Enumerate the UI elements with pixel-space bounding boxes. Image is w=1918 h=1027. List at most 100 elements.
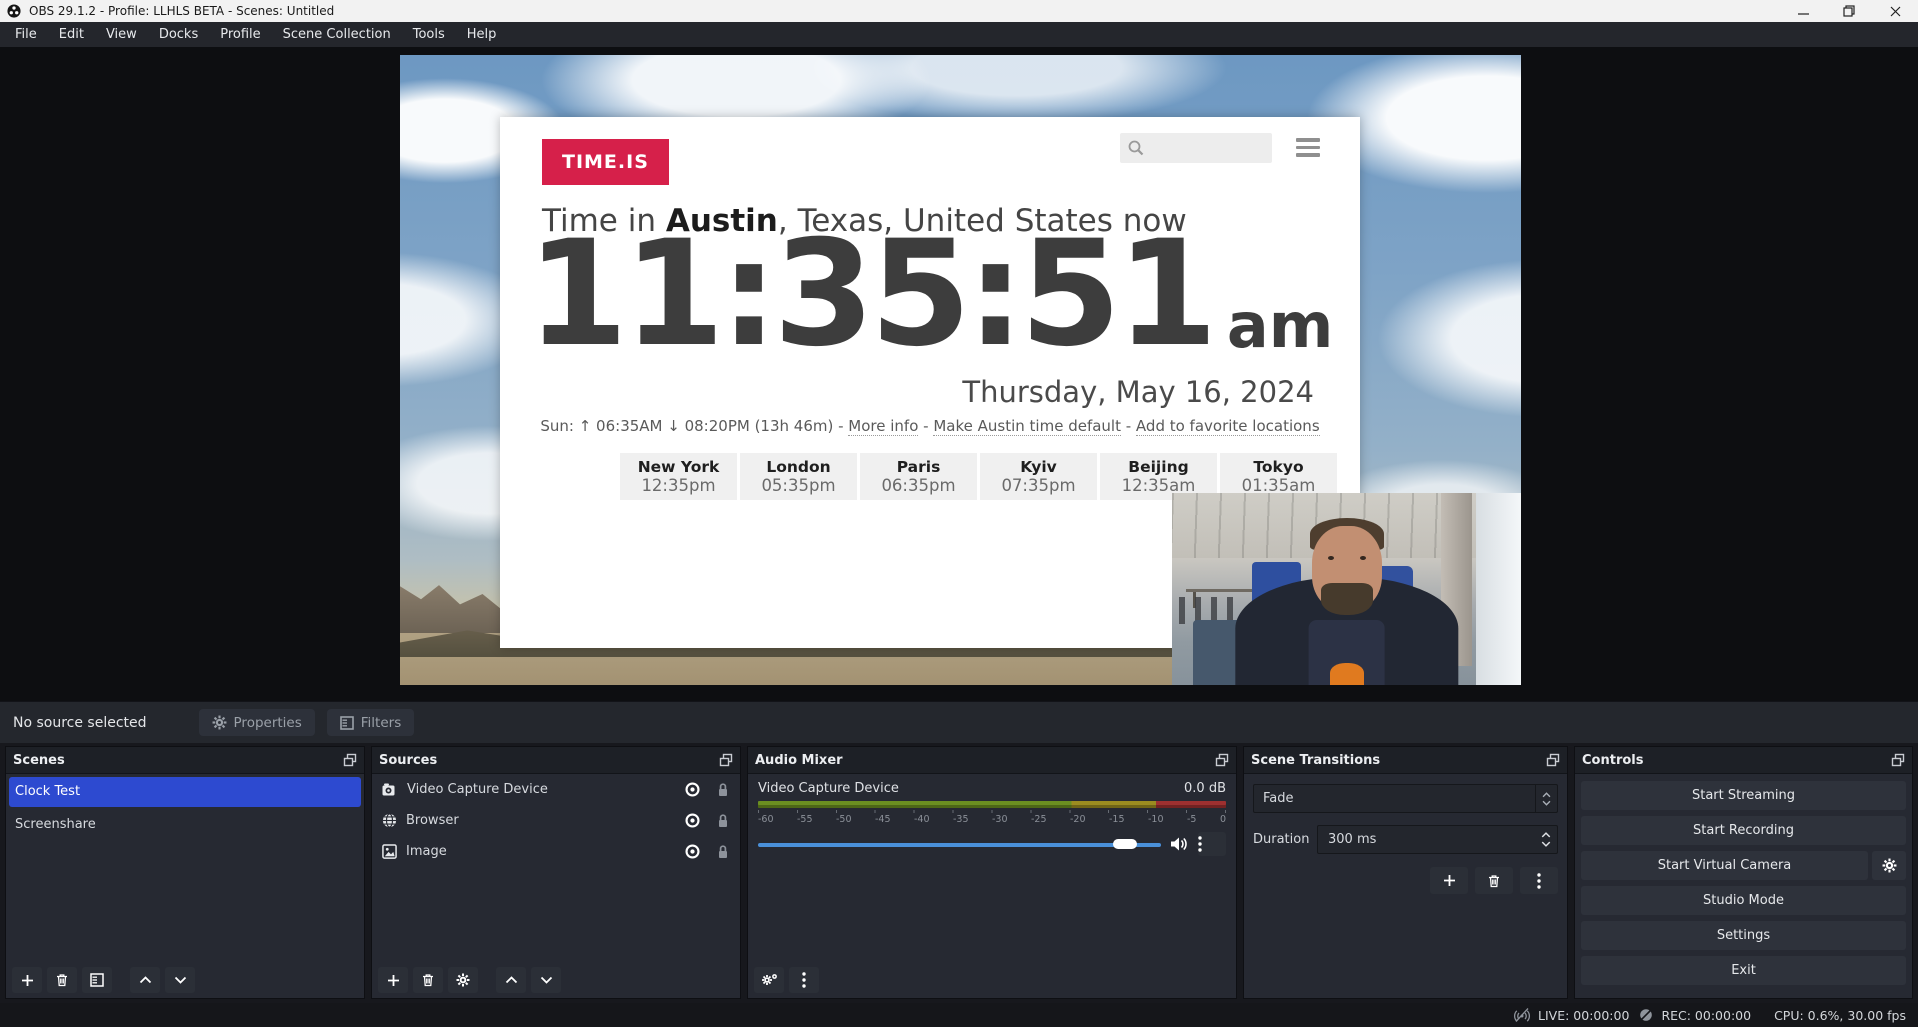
webcam-table [1186, 589, 1252, 592]
gear-icon [1882, 858, 1897, 873]
move-scene-up-button[interactable] [130, 967, 160, 993]
scenes-title: Scenes [13, 753, 65, 768]
remove-source-button[interactable] [413, 967, 443, 993]
settings-button[interactable]: Settings [1581, 921, 1906, 950]
city-box-kyiv[interactable]: Kyiv07:35pm [980, 453, 1097, 500]
program-canvas[interactable]: TIME.IS Time in Austin, Texas, United St… [400, 55, 1521, 685]
move-source-up-button[interactable] [496, 967, 526, 993]
timeis-date: Thursday, May 16, 2024 [962, 375, 1314, 409]
scene-transitions-title: Scene Transitions [1251, 753, 1380, 768]
chevron-down-icon [174, 976, 187, 984]
remove-transition-button[interactable] [1475, 867, 1513, 894]
webcam-person-eye-left [1328, 556, 1334, 560]
timeis-logo[interactable]: TIME.IS [542, 139, 669, 185]
live-timer: LIVE: 00:00:00 [1538, 1008, 1629, 1023]
add-scene-button[interactable] [12, 967, 42, 993]
lock-icon[interactable] [716, 813, 730, 829]
minimize-button[interactable] [1780, 0, 1826, 22]
source-properties-button[interactable] [448, 967, 478, 993]
sources-title: Sources [379, 753, 437, 768]
popout-icon[interactable] [1546, 753, 1560, 767]
close-icon [1890, 6, 1901, 17]
source-row-browser[interactable]: Browser [372, 805, 740, 836]
restore-icon [1843, 5, 1855, 17]
mixer-channel-label: Video Capture Device [758, 781, 899, 796]
remove-scene-button[interactable] [47, 967, 77, 993]
scene-filters-button[interactable] [82, 967, 112, 993]
make-default-link[interactable]: Make Austin time default [933, 417, 1121, 436]
exit-button[interactable]: Exit [1581, 956, 1906, 985]
close-button[interactable] [1872, 0, 1918, 22]
menu-profile[interactable]: Profile [209, 22, 271, 47]
chevron-down-icon [1542, 800, 1551, 806]
menu-edit[interactable]: Edit [48, 22, 95, 47]
volume-slider[interactable] [758, 838, 1161, 850]
dock-row: Scenes Clock Test Screenshare Sources [0, 743, 1918, 1003]
advanced-audio-button[interactable] [754, 967, 784, 993]
source-toolbar: No source selected Properties Filters [0, 701, 1918, 743]
stream-inactive-icon [1513, 1007, 1531, 1023]
gear-icon [456, 973, 470, 987]
menu-docks[interactable]: Docks [148, 22, 209, 47]
gear-icon [212, 715, 227, 730]
webcam-overlay[interactable] [1172, 493, 1521, 685]
source-row-video-capture[interactable]: Video Capture Device [372, 774, 740, 805]
transition-select[interactable]: Fade [1253, 784, 1558, 813]
mixer-channel-menu-button[interactable] [1198, 832, 1226, 856]
lock-icon[interactable] [716, 782, 730, 798]
image-icon [382, 844, 397, 859]
search-input[interactable] [1120, 133, 1272, 163]
lock-icon[interactable] [716, 844, 730, 860]
menu-file[interactable]: File [4, 22, 48, 47]
hamburger-menu-icon[interactable] [1296, 138, 1320, 157]
spinner-arrows[interactable] [1535, 826, 1557, 853]
chevron-up-icon [139, 976, 152, 984]
mixer-level-db: 0.0 dB [1184, 781, 1226, 796]
popout-icon[interactable] [1891, 753, 1905, 767]
volume-slider-handle[interactable] [1113, 839, 1137, 849]
transition-menu-button[interactable] [1520, 867, 1558, 894]
menu-tools[interactable]: Tools [402, 22, 456, 47]
city-box-london[interactable]: London05:35pm [740, 453, 857, 500]
obs-logo-icon [7, 4, 21, 18]
add-transition-button[interactable] [1430, 867, 1468, 894]
move-scene-down-button[interactable] [165, 967, 195, 993]
duration-value: 300 ms [1318, 826, 1535, 853]
studio-mode-button[interactable]: Studio Mode [1581, 886, 1906, 915]
start-recording-button[interactable]: Start Recording [1581, 816, 1906, 845]
scene-item-clock-test[interactable]: Clock Test [9, 777, 361, 807]
speaker-icon[interactable] [1170, 836, 1189, 852]
search-icon [1127, 139, 1145, 157]
preview-area[interactable]: TIME.IS Time in Austin, Texas, United St… [0, 47, 1918, 701]
popout-icon[interactable] [343, 753, 357, 767]
more-info-link[interactable]: More info [848, 417, 918, 436]
city-box-paris[interactable]: Paris06:35pm [860, 453, 977, 500]
add-favorite-link[interactable]: Add to favorite locations [1136, 417, 1320, 436]
popout-icon[interactable] [1215, 753, 1229, 767]
scene-item-screenshare[interactable]: Screenshare [6, 810, 364, 840]
visibility-eye-icon[interactable] [684, 781, 701, 798]
combo-arrows[interactable] [1535, 785, 1557, 812]
trash-icon [55, 973, 69, 987]
restore-button[interactable] [1826, 0, 1872, 22]
visibility-eye-icon[interactable] [684, 812, 701, 829]
menu-scene-collection[interactable]: Scene Collection [272, 22, 402, 47]
mixer-menu-button[interactable] [789, 967, 819, 993]
source-row-image[interactable]: Image [372, 836, 740, 867]
visibility-eye-icon[interactable] [684, 843, 701, 860]
kebab-menu-icon [1537, 873, 1541, 889]
filters-button[interactable]: Filters [327, 709, 414, 736]
start-virtual-camera-button[interactable]: Start Virtual Camera [1581, 851, 1868, 880]
controls-panel: Controls Start Streaming Start Recording… [1574, 746, 1913, 999]
virtual-camera-settings-button[interactable] [1872, 851, 1906, 880]
popout-icon[interactable] [719, 753, 733, 767]
properties-button[interactable]: Properties [199, 709, 315, 736]
start-streaming-button[interactable]: Start Streaming [1581, 781, 1906, 810]
duration-spinbox[interactable]: 300 ms [1317, 825, 1558, 854]
filters-icon [340, 716, 354, 730]
add-source-button[interactable] [378, 967, 408, 993]
menu-view[interactable]: View [95, 22, 148, 47]
city-box-newyork[interactable]: New York12:35pm [620, 453, 737, 500]
move-source-down-button[interactable] [531, 967, 561, 993]
menu-help[interactable]: Help [456, 22, 508, 47]
